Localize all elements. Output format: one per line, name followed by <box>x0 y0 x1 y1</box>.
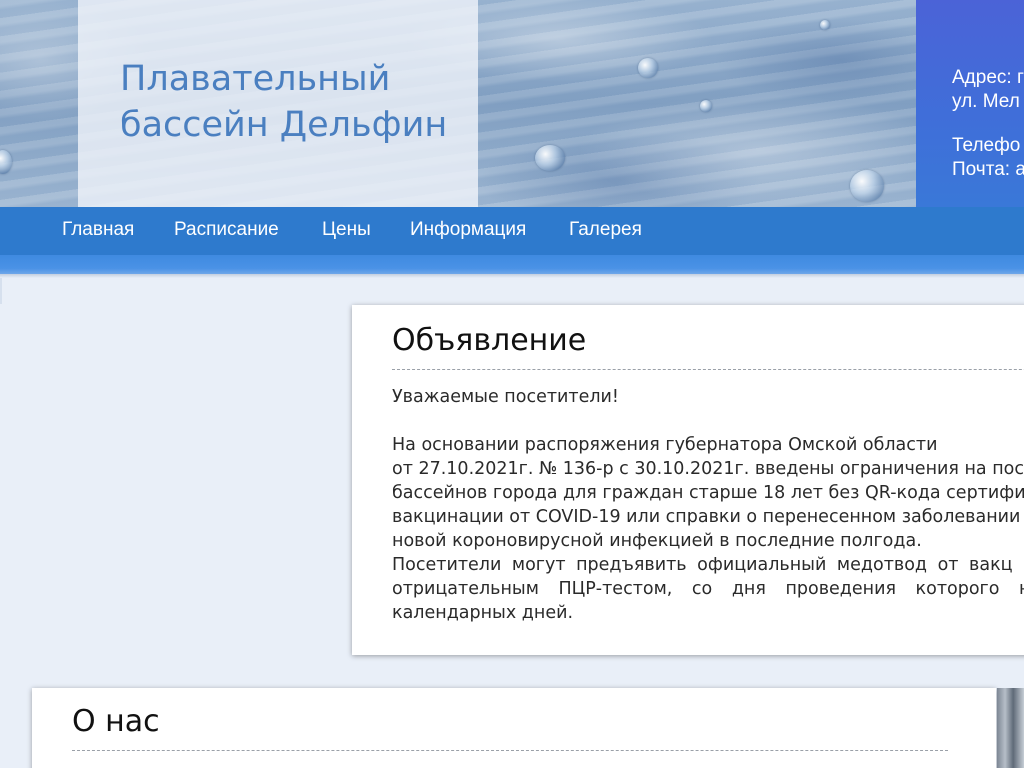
announcement-line: календарных дней. <box>392 603 574 623</box>
water-drop-decoration <box>0 150 12 174</box>
nav-item-schedule[interactable]: Расписание <box>174 207 279 255</box>
announcement-line: Посетители могут предъявить официальный … <box>392 555 1013 575</box>
announcement-card: Объявление Уважаемые посетители! На осно… <box>352 305 1024 655</box>
water-drop-decoration <box>700 100 712 112</box>
water-drop-decoration <box>638 58 658 78</box>
announcement-line: бассейнов города для граждан старше 18 л… <box>392 483 1024 503</box>
nav-item-information[interactable]: Информация <box>410 207 526 255</box>
announcement-text: Уважаемые посетители! На основании распо… <box>392 385 1024 625</box>
site-title-line2: бассейн Дельфин <box>120 105 448 145</box>
announcement-line: отрицательным ПЦР-тестом, со дня проведе… <box>392 579 1024 599</box>
site-title-panel: Плавательный бассейн Дельфин <box>78 0 478 207</box>
contact-phone[interactable]: Телефо <box>952 134 1020 158</box>
side-photo <box>997 688 1024 768</box>
about-divider <box>72 750 948 751</box>
water-drop-decoration <box>850 170 884 202</box>
about-card: О нас <box>32 688 996 768</box>
nav-item-prices[interactable]: Цены <box>322 207 371 255</box>
site-title[interactable]: Плавательный бассейн Дельфин <box>120 56 460 148</box>
contact-address-line1: Адрес: г <box>952 67 1024 88</box>
nav-accent-strip <box>0 255 1024 274</box>
announcement-greeting: Уважаемые посетители! <box>392 387 619 407</box>
nav-item-home[interactable]: Главная <box>62 207 134 255</box>
water-drop-decoration <box>820 20 830 30</box>
sidebar-edge <box>0 278 2 304</box>
site-title-line1: Плавательный <box>120 59 391 99</box>
announcement-line: от 27.10.2021г. № 136-р с 30.10.2021г. в… <box>392 459 1024 479</box>
nav-shadow <box>0 274 1024 278</box>
about-title: О нас <box>72 704 160 739</box>
announcement-title: Объявление <box>392 323 587 358</box>
water-drop-decoration <box>535 145 565 171</box>
contact-address-line2: ул. Мел <box>952 91 1020 112</box>
header-banner: Плавательный бассейн Дельфин Адрес: г ул… <box>0 0 1024 207</box>
announcement-line: вакцинации от COVID-19 или справки о пер… <box>392 507 1021 527</box>
announcement-line: новой короновирусной инфекцией в последн… <box>392 531 922 551</box>
contact-email[interactable]: Почта: а <box>952 158 1024 182</box>
announcement-line: На основании распоряжения губернатора Ом… <box>392 435 938 455</box>
nav-item-gallery[interactable]: Галерея <box>569 207 642 255</box>
contact-panel: Адрес: г ул. Мел Телефо Почта: а <box>916 0 1024 207</box>
announcement-divider <box>392 369 1024 370</box>
